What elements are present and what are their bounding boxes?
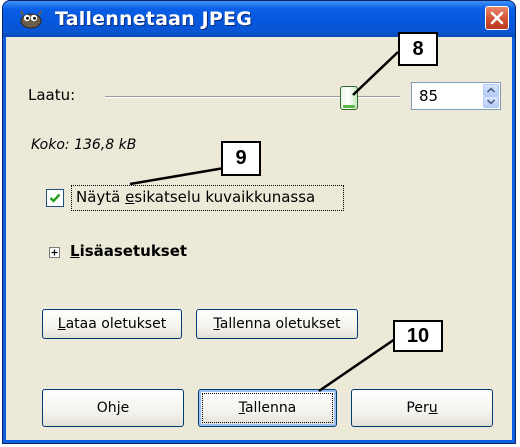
arrow-down-icon bbox=[486, 99, 496, 105]
help-button[interactable]: Ohje bbox=[42, 389, 184, 427]
quality-slider-thumb[interactable] bbox=[340, 86, 358, 110]
load-defaults-button[interactable]: Lataa oletukset bbox=[42, 309, 182, 339]
dialog-content: Laatu: Koko: 136,8 kB Näytä esi bbox=[6, 37, 512, 440]
spin-down-button[interactable] bbox=[483, 96, 499, 108]
quality-label: Laatu: bbox=[28, 86, 76, 104]
title-bar[interactable]: Tallennetaan JPEG bbox=[3, 1, 515, 37]
save-defaults-button[interactable]: Tallenna oletukset bbox=[196, 309, 358, 339]
save-button[interactable]: Tallenna bbox=[198, 389, 337, 427]
arrow-up-icon bbox=[486, 87, 496, 93]
save-jpeg-dialog: Tallennetaan JPEG Laatu: Koko: 136,8 bbox=[2, 0, 516, 444]
preview-checkbox[interactable] bbox=[46, 189, 64, 207]
plus-icon bbox=[51, 249, 58, 256]
cancel-button[interactable]: Peru bbox=[351, 389, 493, 427]
advanced-options-expander[interactable]: Lisäasetukset bbox=[70, 242, 187, 260]
gimp-wilber-icon bbox=[20, 10, 42, 29]
close-button[interactable] bbox=[485, 6, 509, 30]
expander-plus-icon[interactable] bbox=[49, 247, 60, 258]
callout-10: 10 bbox=[393, 320, 443, 352]
checkmark-icon bbox=[49, 193, 61, 203]
close-icon bbox=[490, 11, 504, 25]
quality-spinbox[interactable] bbox=[411, 82, 501, 110]
spin-up-button[interactable] bbox=[483, 84, 499, 96]
file-size-label: Koko: 136,8 kB bbox=[31, 137, 137, 153]
window-title: Tallennetaan JPEG bbox=[55, 8, 253, 30]
callout-9: 9 bbox=[221, 141, 261, 176]
quality-input[interactable] bbox=[412, 83, 482, 109]
preview-checkbox-label[interactable]: Näytä esikatselu kuvaikkunassa bbox=[76, 188, 315, 206]
callout-8: 8 bbox=[398, 32, 438, 66]
